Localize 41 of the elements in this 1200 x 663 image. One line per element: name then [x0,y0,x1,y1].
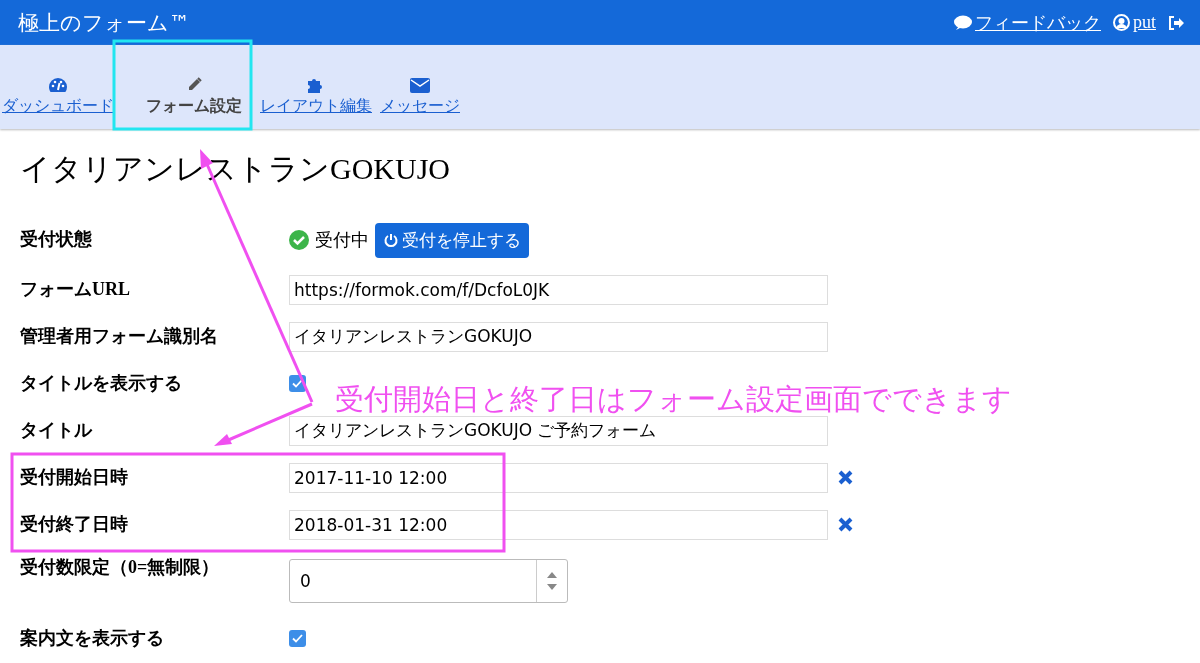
nav-tab[interactable]: メッセージ [380,78,468,117]
sign-out-icon[interactable] [1168,15,1184,30]
field-label: タイトル [20,419,94,442]
text-field[interactable]: イタリアンレストランGOKUJO [289,321,828,352]
decrement-icon[interactable] [547,584,557,590]
user-link[interactable]: put [1133,12,1156,33]
app-title: 極上のフォーム™ [18,9,190,37]
user-icon [1113,14,1130,31]
nav-tab[interactable]: ダッシュボード [2,77,122,117]
stop-button[interactable]: 受付を停止する [375,222,529,258]
number-field[interactable]: 0 [289,559,568,603]
checkbox[interactable] [289,630,306,647]
puzzle-icon [307,77,325,93]
field-label: 案内文を表示する [20,627,165,650]
nav-tab[interactable]: フォーム設定 [122,77,260,117]
power-icon [383,232,399,248]
speech-bubble-icon [954,14,972,31]
pencil-icon [186,77,202,93]
nav-tab[interactable]: レイアウト編集 [260,77,380,117]
field-label: 受付状態 [20,229,93,251]
status-text: 受付中 [315,228,369,252]
field-label: 受付終了日時 [20,513,129,536]
clear-icon[interactable] [838,517,853,532]
annotation-text: 受付開始日と終了日はフォーム設定画面でできます [335,381,1012,418]
text-field[interactable]: イタリアンレストランGOKUJO ご予約フォーム [289,415,828,446]
date-field[interactable]: 2017-11-10 12:00 [289,462,828,493]
field-label: タイトルを表示する [20,372,183,395]
increment-icon[interactable] [547,572,557,578]
envelope-icon [410,78,430,93]
gauge-icon [48,77,68,93]
clear-icon[interactable] [838,470,853,485]
field-label: 受付開始日時 [20,466,129,489]
check-icon [292,634,303,643]
field-label: 管理者用フォーム識別名 [20,325,219,348]
date-field[interactable]: 2018-01-31 12:00 [289,509,828,540]
field-label: 受付数限定（0=無制限） [20,557,221,579]
text-field[interactable]: https://formok.com/f/DcfoL0JK [289,274,828,305]
field-label: フォームURL [20,278,131,301]
feedback-link[interactable]: フィードバック [975,10,1101,35]
check-circle-icon [289,230,309,250]
check-icon [292,379,303,388]
